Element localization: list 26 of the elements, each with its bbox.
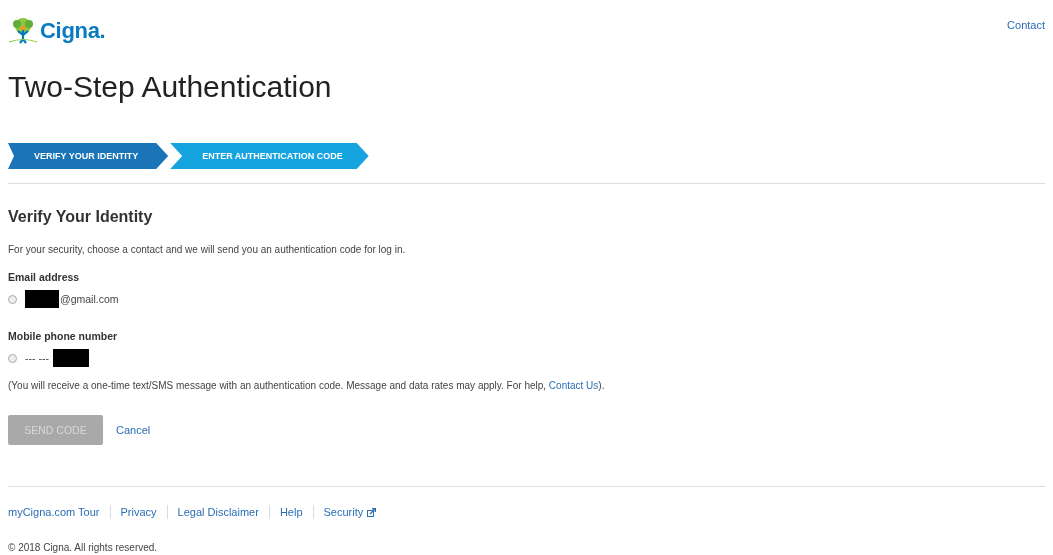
redaction-block	[52, 349, 89, 367]
section-heading: Verify Your Identity	[8, 208, 154, 226]
footer-link[interactable]: myCigna.com Tour	[8, 506, 100, 518]
masked-phone-text: --- ---	[25, 352, 49, 364]
progress-step: ENTER AUTHENTICATION CODE	[170, 143, 369, 169]
field-label: Mobile phone number	[8, 330, 119, 342]
page-title: Two-Step Authentication	[8, 69, 333, 105]
copyright-text: © 2018 Cigna. All rights reserved.	[8, 542, 159, 553]
progress-step: VERIFY YOUR IDENTITY	[8, 143, 169, 169]
contact-us-link[interactable]: Contact Us	[548, 380, 599, 391]
cancel-link[interactable]: Cancel	[116, 424, 151, 436]
redaction-block	[25, 290, 59, 308]
brand-logo-text: Cigna.	[40, 18, 106, 44]
external-link-icon	[367, 507, 377, 517]
footer-link[interactable]: Help	[279, 506, 303, 518]
footer-link[interactable]: Legal Disclaimer	[177, 506, 259, 518]
radio-button[interactable]	[8, 353, 17, 363]
intro-text: For your security, choose a contact and we will send you an authentication code for log in.	[8, 244, 407, 255]
footer-link[interactable]: Security	[323, 506, 377, 518]
info-text: (You will receive a one-time text/SMS message with an authentication code. Message and data rates may apply. For help, Contact Us).	[8, 380, 606, 391]
field-label: Email address	[8, 271, 81, 283]
tree-person-icon	[8, 17, 38, 45]
contact-link[interactable]: Contact	[1007, 19, 1045, 31]
radio-button[interactable]	[8, 294, 17, 304]
footer-link[interactable]: Privacy	[120, 506, 157, 518]
email-domain-text: @gmail.com	[60, 293, 119, 305]
